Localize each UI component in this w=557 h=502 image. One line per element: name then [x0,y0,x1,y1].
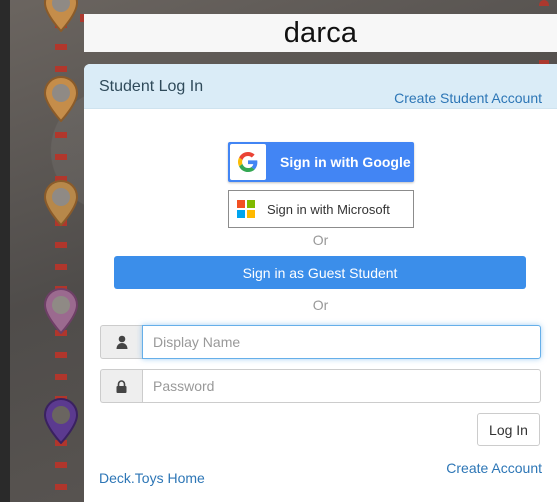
title-bar: darca [84,14,557,52]
map-pin-icon [44,398,78,444]
display-name-row [100,325,541,359]
lock-icon [100,369,142,403]
sign-in-microsoft-button[interactable]: Sign in with Microsoft [228,190,414,228]
app-title: darca [283,16,358,49]
map-pin-icon [44,288,78,334]
google-button-label: Sign in with Google [280,154,411,170]
microsoft-icon [237,200,255,218]
create-account-link[interactable]: Create Account [446,460,542,476]
log-in-button[interactable]: Log In [477,413,540,446]
sign-in-guest-button[interactable]: Sign in as Guest Student [114,256,526,289]
password-row [100,369,541,403]
or-divider: Or [312,297,329,313]
panel-header: Student Log In Create Student Account [84,64,557,109]
microsoft-button-label: Sign in with Microsoft [267,201,390,217]
map-pin-icon [44,0,78,32]
display-name-input[interactable] [142,325,541,359]
user-icon [100,325,142,359]
google-icon [230,144,266,180]
sign-in-google-button[interactable]: Sign in with Google [228,142,414,182]
panel-title: Student Log In [99,78,204,95]
deck-toys-home-link[interactable]: Deck.Toys Home [99,470,205,486]
login-panel: Student Log In Create Student Account Si… [84,64,557,502]
create-student-account-link[interactable]: Create Student Account [394,90,542,106]
map-pin-icon [44,76,78,122]
or-divider: Or [312,232,329,248]
map-pin-icon [44,180,78,226]
password-input[interactable] [142,369,541,403]
background-edge [0,0,10,502]
